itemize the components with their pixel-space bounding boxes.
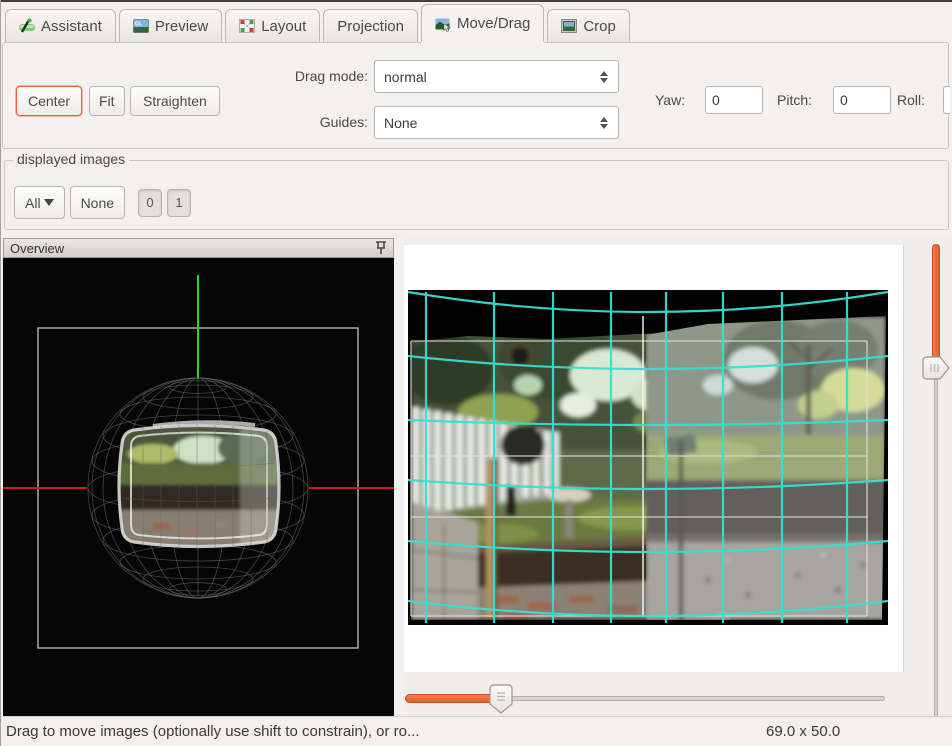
guides-value: None [384,115,417,131]
vertical-slider-handle[interactable] [920,356,951,380]
displayed-images-group: displayed images All None 0 1 [4,160,949,230]
displayed-images-buttons: All None 0 1 [14,186,191,219]
no-images-button[interactable]: None [70,186,125,219]
horizontal-slider-fill [405,694,501,703]
svg-text:GL: GL [135,22,143,28]
tab-label: Preview [155,18,208,35]
pitch-input[interactable] [833,86,891,114]
image-toggle-0[interactable]: 0 [138,189,162,217]
all-images-button[interactable]: All [14,186,65,219]
drag-mode-label: Drag mode: [265,68,368,84]
photo-right [646,316,886,620]
horizontal-slider-handle[interactable] [489,684,513,715]
canvas-dimensions: 69.0 x 50.0 [766,723,840,740]
tab-label: Crop [583,18,616,35]
status-bar: Drag to move images (optionally use shif… [1,716,952,746]
roll-input[interactable] [943,86,950,114]
tab-assistant[interactable]: Assistant [5,9,116,42]
preview-pane [404,238,952,716]
tab-label: Move/Drag [457,15,530,32]
movedrag-toolbar: Center Fit Straighten Drag mode: normal … [2,42,949,149]
overview-3d-canvas[interactable] [3,258,394,716]
spinner-arrows-icon [600,107,608,138]
tab-move-drag[interactable]: Move/Drag [421,4,544,42]
spinner-arrows-icon [600,61,608,92]
vertical-slider[interactable] [919,244,952,746]
guides-label: Guides: [265,114,368,130]
tab-label: Assistant [41,18,102,35]
preview-icon: GL [133,18,149,34]
tab-layout[interactable]: Layout [225,9,320,42]
tab-projection[interactable]: Projection [323,9,418,42]
assistant-icon [19,18,35,34]
drag-mode-value: normal [384,69,427,85]
window-top-edge [1,0,952,2]
status-message: Drag to move images (optionally use shif… [6,723,420,740]
tab-preview[interactable]: GL Preview [119,9,222,42]
yaw-label: Yaw: [655,92,685,108]
pin-icon[interactable] [375,241,387,255]
panorama-image [408,290,888,625]
preview-tabbar: Assistant GL Preview [5,4,633,42]
roll-label: Roll: [897,92,925,108]
preview-canvas[interactable] [404,245,904,672]
vertical-slider-fill [932,244,940,362]
center-button[interactable]: Center [16,86,82,116]
drag-mode-select[interactable]: normal [374,60,619,93]
tab-crop[interactable]: Crop [547,9,630,42]
tab-label: Projection [337,18,404,35]
image-toggle-1[interactable]: 1 [167,189,191,217]
hugin-fast-preview-window: Assistant GL Preview [0,0,952,746]
yaw-input[interactable] [705,86,763,114]
dropdown-arrow-icon [44,199,54,206]
overview-title: Overview [10,241,64,256]
straighten-button[interactable]: Straighten [130,86,220,116]
group-title: displayed images [13,151,129,167]
horizontal-slider[interactable] [405,683,895,717]
fit-button[interactable]: Fit [89,86,125,116]
guides-select[interactable]: None [374,106,619,139]
move-drag-icon [435,16,451,32]
layout-icon [239,18,255,34]
sphere-texture-patch [116,421,282,551]
crop-icon [561,18,577,34]
overview-pane-header: Overview [3,238,394,258]
tab-label: Layout [261,18,306,35]
pitch-label: Pitch: [777,92,812,108]
